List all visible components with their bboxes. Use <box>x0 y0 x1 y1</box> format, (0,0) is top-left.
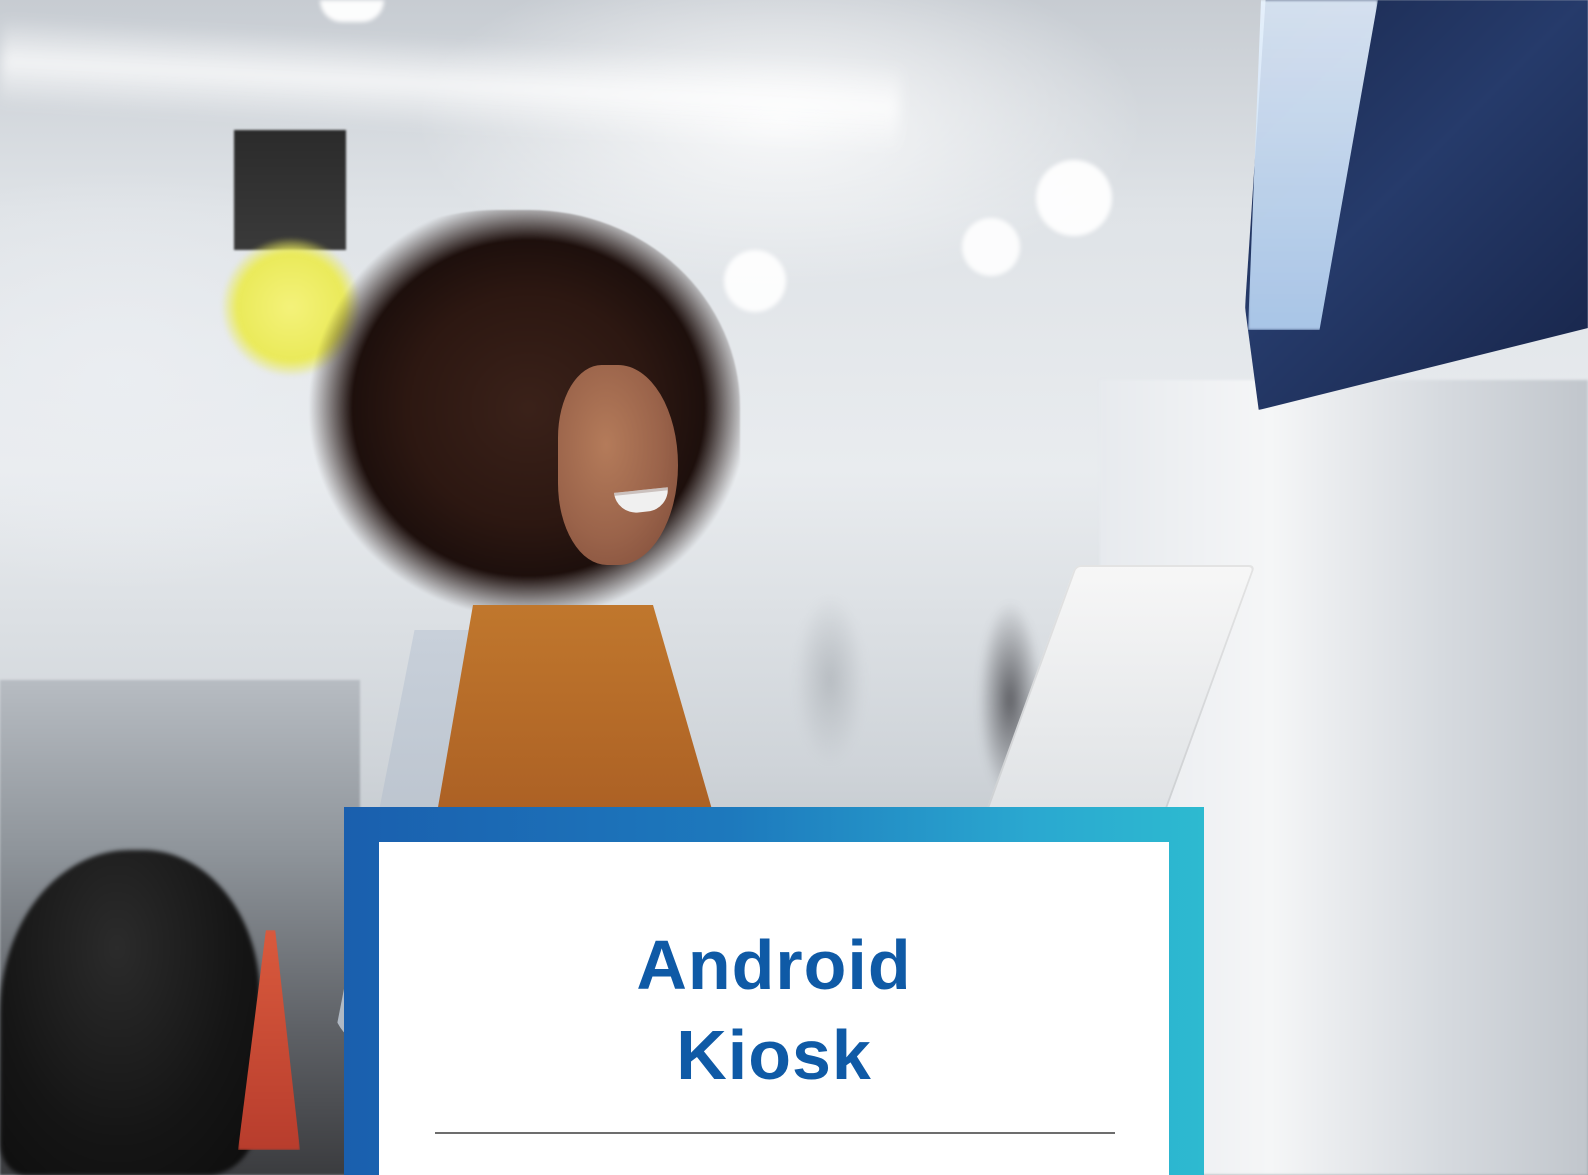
woman-using-kiosk <box>258 210 778 1050</box>
title-card: Android Kiosk <box>344 807 1204 1175</box>
white-bokeh-light <box>962 218 1020 276</box>
face <box>558 365 678 565</box>
ceiling-light <box>320 0 384 22</box>
title-divider-rule <box>435 1132 1115 1134</box>
title-line-android: Android <box>636 926 912 1004</box>
title-card-inner: Android Kiosk <box>379 842 1169 1175</box>
title-line-kiosk: Kiosk <box>676 1016 872 1094</box>
ceiling-light-strip <box>0 16 902 154</box>
white-bokeh-light <box>1036 160 1112 236</box>
luggage-bag <box>0 850 260 1175</box>
